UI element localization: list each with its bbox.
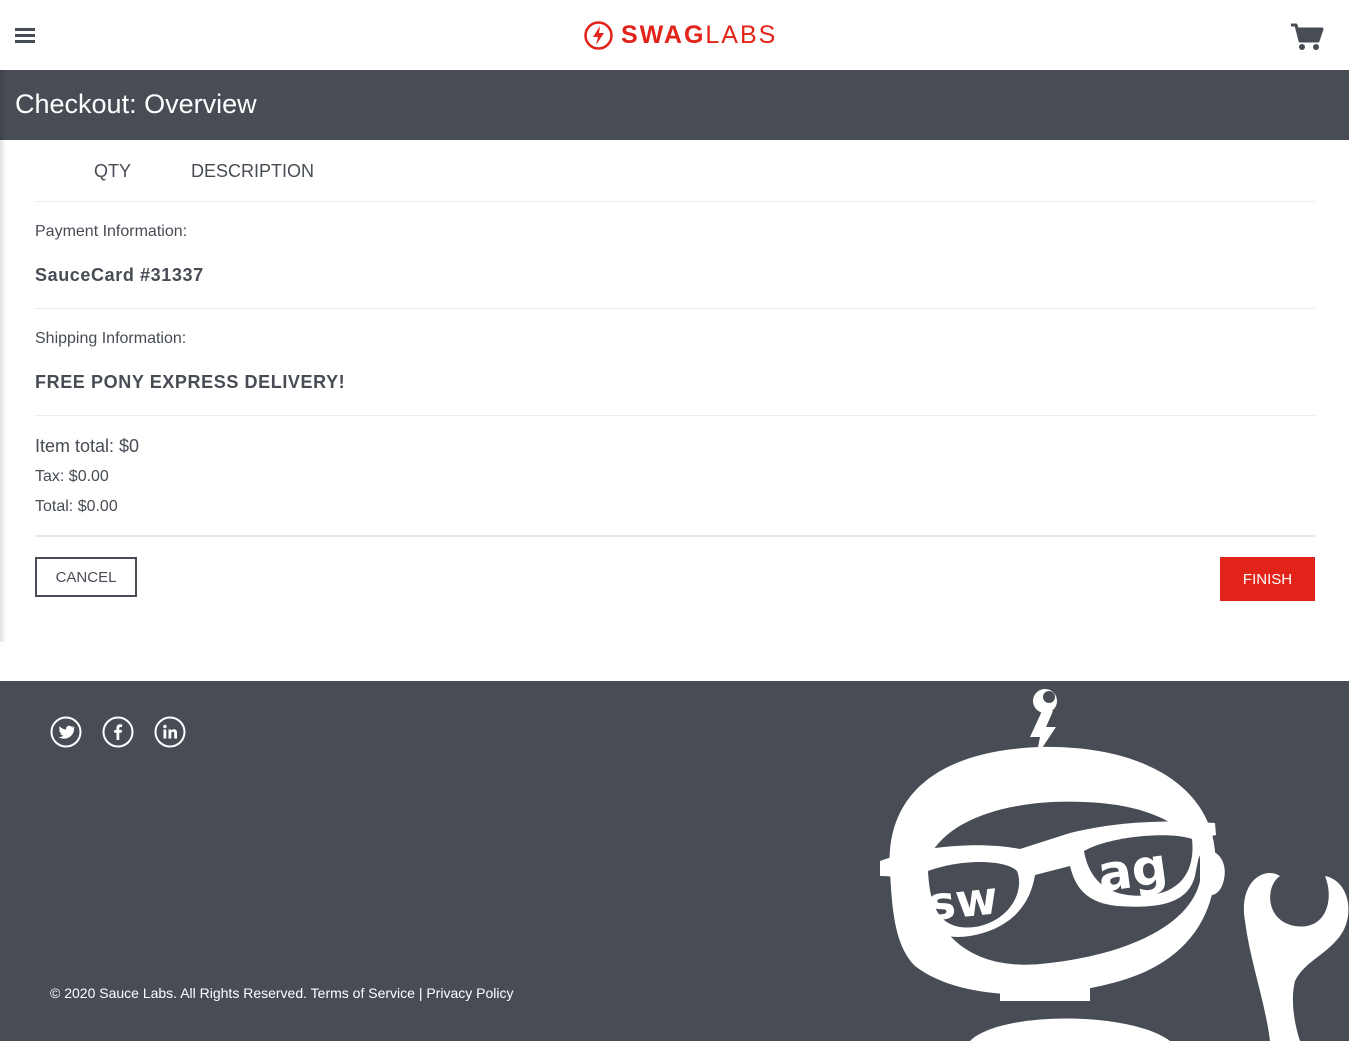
page-footer: © 2020 Sauce Labs. All Rights Reserved. … <box>0 681 1349 1041</box>
svg-text:sw: sw <box>925 870 1000 931</box>
page-subheader: Checkout: Overview <box>0 70 1349 140</box>
twitter-icon[interactable] <box>50 716 82 748</box>
shipping-info-label: Shipping Information: <box>35 330 187 347</box>
shopping-cart-icon[interactable] <box>1290 22 1324 52</box>
terms-of-service-link[interactable]: Terms of Service <box>311 985 415 1001</box>
grand-total: Total: $0.00 <box>35 498 118 515</box>
qty-header: QTY <box>94 161 132 181</box>
payment-info-label: Payment Information: <box>35 223 188 240</box>
finish-button[interactable]: FINISH <box>1220 557 1315 601</box>
footer-separator: | <box>418 985 423 1001</box>
swag-labs-logo: SWAGLABS <box>584 20 777 50</box>
hamburger-menu-icon[interactable] <box>15 28 35 46</box>
divider <box>35 308 1315 309</box>
sidebar-shadow <box>0 70 6 642</box>
shipping-info-value: FREE PONY EXPRESS DELIVERY! <box>35 372 346 392</box>
cancel-button[interactable]: CANCEL <box>35 557 137 597</box>
swag-robot-mascot: sw ag <box>880 689 1349 1041</box>
divider <box>35 201 1315 202</box>
app-header: SWAGLABS <box>0 0 1349 70</box>
facebook-icon[interactable] <box>102 716 134 748</box>
tax-total: Tax: $0.00 <box>35 468 109 485</box>
item-total: Item total: $0 <box>35 436 140 456</box>
divider <box>35 535 1315 537</box>
divider <box>35 415 1315 416</box>
linkedin-icon[interactable] <box>154 716 186 748</box>
lightning-bolt-icon <box>584 20 613 50</box>
logo-text-strong: SWAG <box>621 21 706 49</box>
svg-text:ag: ag <box>1094 836 1171 903</box>
page-title: Checkout: Overview <box>15 89 257 119</box>
copyright-text: © 2020 Sauce Labs. All Rights Reserved. <box>50 985 308 1001</box>
payment-info-value: SauceCard #31337 <box>35 265 204 285</box>
logo-text-light: LABS <box>705 21 778 49</box>
privacy-policy-link[interactable]: Privacy Policy <box>426 985 513 1001</box>
description-header: DESCRIPTION <box>191 161 315 181</box>
footer-copyright: © 2020 Sauce Labs. All Rights Reserved. … <box>50 984 513 1002</box>
